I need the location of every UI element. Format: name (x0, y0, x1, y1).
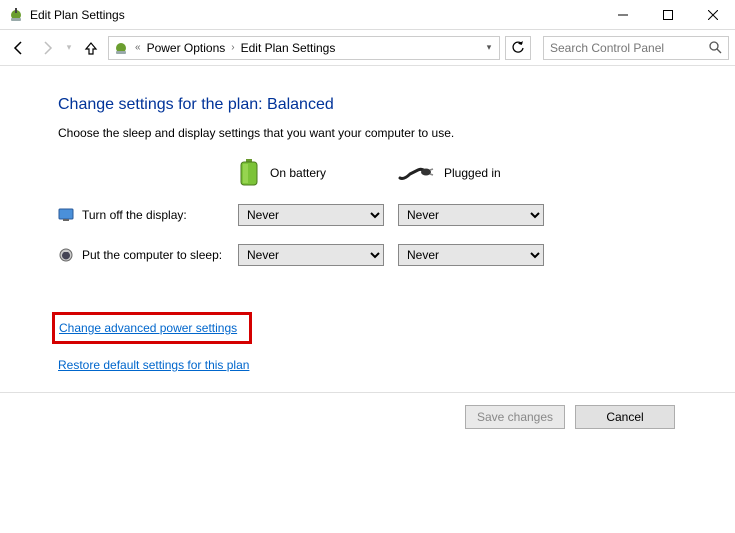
refresh-button[interactable] (505, 36, 531, 60)
power-options-icon (113, 40, 129, 56)
back-button[interactable] (8, 37, 30, 59)
address-dropdown[interactable]: ▾ (479, 37, 499, 59)
setting-sleep-row: Put the computer to sleep: Never Never (58, 242, 735, 268)
breadcrumb-item[interactable]: Power Options (145, 41, 228, 55)
button-row: Save changes Cancel (0, 393, 735, 429)
display-label: Turn off the display: (82, 208, 187, 222)
cancel-button[interactable]: Cancel (575, 405, 675, 429)
on-battery-label: On battery (270, 166, 326, 180)
setting-display-row: Turn off the display: Never Never (58, 202, 735, 228)
links-area: Change advanced power settings Restore d… (58, 312, 735, 372)
content-area: Change settings for the plan: Balanced C… (0, 66, 735, 372)
breadcrumb-prefix: « (135, 42, 141, 53)
sleep-plugged-select[interactable]: Never (398, 244, 544, 266)
page-subtitle: Choose the sleep and display settings th… (58, 126, 735, 140)
display-battery-select[interactable]: Never (238, 204, 384, 226)
search-icon (709, 41, 722, 54)
window-title: Edit Plan Settings (30, 8, 600, 22)
highlight-box: Change advanced power settings (52, 312, 252, 344)
advanced-settings-link[interactable]: Change advanced power settings (59, 321, 237, 335)
sleep-label: Put the computer to sleep: (82, 248, 222, 262)
sleep-icon (58, 247, 74, 263)
sleep-battery-select[interactable]: Never (238, 244, 384, 266)
recent-dropdown[interactable]: ▾ (64, 37, 74, 59)
minimize-button[interactable] (600, 0, 645, 30)
battery-icon (238, 159, 260, 187)
titlebar: Edit Plan Settings (0, 0, 735, 30)
forward-button[interactable] (36, 37, 58, 59)
power-options-icon (8, 7, 24, 23)
up-button[interactable] (80, 37, 102, 59)
chevron-right-icon: › (231, 42, 234, 53)
plugged-in-label: Plugged in (444, 166, 501, 180)
nav-bar: ▾ « Power Options › Edit Plan Settings ▾… (0, 30, 735, 66)
plug-icon (398, 164, 434, 182)
close-button[interactable] (690, 0, 735, 30)
display-plugged-select[interactable]: Never (398, 204, 544, 226)
maximize-button[interactable] (645, 0, 690, 30)
save-button[interactable]: Save changes (465, 405, 565, 429)
address-bar[interactable]: « Power Options › Edit Plan Settings ▾ (108, 36, 500, 60)
display-icon (58, 207, 74, 223)
page-heading: Change settings for the plan: Balanced (58, 96, 735, 114)
breadcrumb-item[interactable]: Edit Plan Settings (239, 41, 338, 55)
search-placeholder: Search Control Panel (550, 41, 664, 55)
restore-defaults-link[interactable]: Restore default settings for this plan (58, 358, 735, 372)
column-headers: On battery Plugged in (58, 158, 735, 188)
search-input[interactable]: Search Control Panel (543, 36, 729, 60)
window-controls (600, 0, 735, 30)
